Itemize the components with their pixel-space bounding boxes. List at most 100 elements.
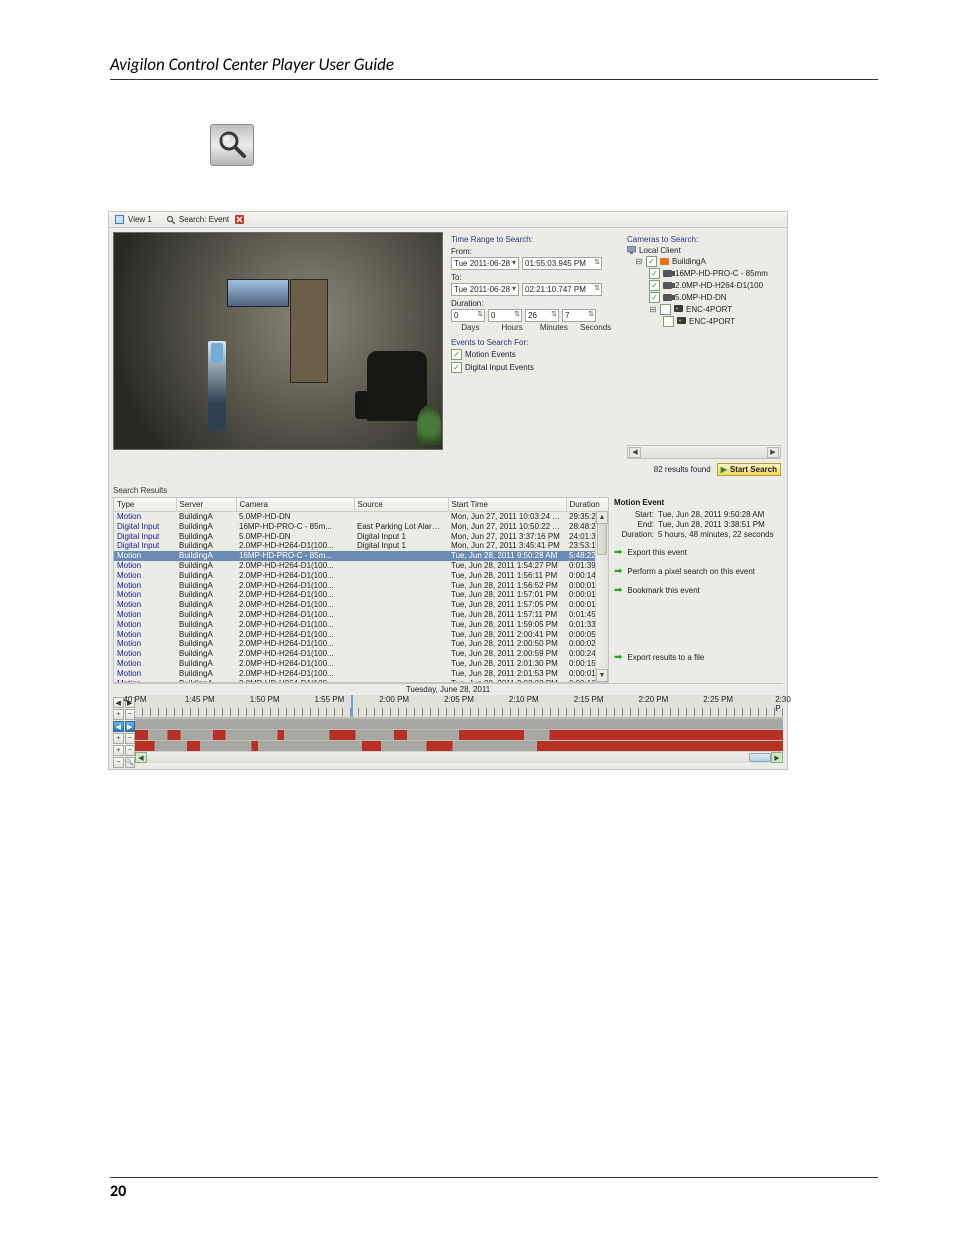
duration-label: Duration: <box>451 299 615 308</box>
results-vscroll[interactable]: ▲ ▼ <box>595 511 608 682</box>
minutes-sublabel: Minutes <box>535 323 574 332</box>
table-row[interactable]: Digital InputBuildingA2.0MP-HD-H264-D1(1… <box>114 541 608 551</box>
view-icon <box>115 215 124 224</box>
pixel-search-link[interactable]: ➡Perform a pixel search on this event <box>614 566 782 577</box>
table-row[interactable]: MotionBuildingA2.0MP-HD-H264-D1(100...Tu… <box>114 649 608 659</box>
col-type[interactable]: Type <box>114 498 176 512</box>
table-row[interactable]: MotionBuildingA2.0MP-HD-H264-D1(100...Tu… <box>114 610 608 620</box>
tl-zoom-icon[interactable]: 🔍 <box>125 757 136 768</box>
document-header: Avigilon Control Center Player User Guid… <box>110 54 878 80</box>
tab-view-label: View 1 <box>128 215 152 224</box>
timeline-tick: 2:00 PM <box>379 695 409 704</box>
detail-end-label: End: <box>614 520 654 529</box>
tl-zoom-out[interactable]: − <box>113 757 124 768</box>
scroll-down-icon[interactable]: ▼ <box>596 669 608 682</box>
col-start[interactable]: Start Time <box>448 498 566 512</box>
timeline-tick: 1:45 PM <box>185 695 215 704</box>
track-3[interactable] <box>135 740 783 751</box>
tl-row1a[interactable]: ◀ <box>113 721 124 732</box>
timeline-tracks[interactable] <box>135 718 783 751</box>
start-search-button[interactable]: ▶Start Search <box>717 463 781 476</box>
export-results-link[interactable]: ➡Export results to a file <box>614 652 782 663</box>
to-date-input[interactable]: Tue 2011-06-28 <box>451 283 519 296</box>
table-row[interactable]: MotionBuildingA2.0MP-HD-H264-D1(100...Tu… <box>114 659 608 669</box>
page-number: 20 <box>110 1177 878 1201</box>
timeline-controls: ◀▶ +− ◀▶ +− +− −🔍 <box>113 695 135 769</box>
tree-hscroll[interactable]: ◀ ▶ <box>627 445 781 459</box>
enc-2: ENC-4PORT <box>689 317 735 326</box>
track-1[interactable] <box>135 718 783 729</box>
timeline-cursor[interactable] <box>351 695 353 717</box>
search-results-title: Search Results <box>113 486 783 495</box>
results-table[interactable]: Type Server Camera Source Start Time Dur… <box>114 498 609 683</box>
timeline-date: Tuesday, June 28, 2011 <box>113 684 783 695</box>
tl-row3a[interactable]: + <box>113 745 124 756</box>
table-row[interactable]: MotionBuildingA16MP-HD-PRO-C - 85m...Tue… <box>114 551 608 561</box>
results-count: 82 results found <box>654 465 711 474</box>
table-row[interactable]: MotionBuildingA2.0MP-HD-H264-D1(100...Tu… <box>114 679 608 683</box>
encoder-icon <box>674 305 683 314</box>
table-row[interactable]: MotionBuildingA2.0MP-HD-H264-D1(100...Tu… <box>114 571 608 581</box>
table-row[interactable]: MotionBuildingA5.0MP-HD-DNMon, Jun 27, 2… <box>114 512 608 522</box>
track-2[interactable] <box>135 729 783 740</box>
detail-title: Motion Event <box>614 498 782 507</box>
camera-icon <box>663 282 672 289</box>
tl-scroll-thumb[interactable] <box>749 753 771 762</box>
tl-row1b[interactable]: ▶ <box>125 721 136 732</box>
col-camera[interactable]: Camera <box>236 498 354 512</box>
table-row[interactable]: MotionBuildingA2.0MP-HD-H264-D1(100...Tu… <box>114 561 608 571</box>
minutes-input[interactable]: 26 <box>525 309 559 322</box>
detail-end: Tue, Jun 28, 2011 3:38:51 PM <box>658 520 765 529</box>
enc-1: ENC-4PORT <box>686 305 732 314</box>
timeline-ruler[interactable]: 40 PM1:45 PM1:50 PM1:55 PM2:00 PM2:05 PM… <box>135 695 783 718</box>
scroll-left-icon[interactable]: ◀ <box>629 447 641 458</box>
table-row[interactable]: MotionBuildingA2.0MP-HD-H264-D1(100...Tu… <box>114 581 608 591</box>
from-label: From: <box>451 247 615 256</box>
table-row[interactable]: MotionBuildingA2.0MP-HD-H264-D1(100...Tu… <box>114 600 608 610</box>
col-source[interactable]: Source <box>354 498 448 512</box>
to-label: To: <box>451 273 615 282</box>
table-row[interactable]: MotionBuildingA2.0MP-HD-H264-D1(100...Tu… <box>114 669 608 679</box>
table-row[interactable]: MotionBuildingA2.0MP-HD-H264-D1(100...Tu… <box>114 630 608 640</box>
events-title: Events to Search For: <box>451 338 615 347</box>
tl-row3b[interactable]: − <box>125 745 136 756</box>
seconds-input[interactable]: 7 <box>562 309 596 322</box>
scroll-thumb[interactable] <box>597 523 607 555</box>
tab-search[interactable]: Search: Event <box>166 215 244 224</box>
from-time-input[interactable]: 01:55:03.945 PM <box>522 257 602 270</box>
timeline-hscroll[interactable]: ◀ ▶ <box>135 751 783 763</box>
table-row[interactable]: MotionBuildingA2.0MP-HD-H264-D1(100...Tu… <box>114 620 608 630</box>
cameras-title: Cameras to Search: <box>627 235 781 244</box>
tab-search-label: Search: Event <box>179 215 229 224</box>
tl-plus[interactable]: + <box>113 709 124 720</box>
detail-duration: 5 hours, 48 minutes, 22 seconds <box>658 530 774 539</box>
tl-prev[interactable]: ◀ <box>113 697 124 708</box>
tl-scroll-left[interactable]: ◀ <box>135 752 147 763</box>
bookmark-label: Bookmark this event <box>627 586 699 595</box>
col-server[interactable]: Server <box>176 498 236 512</box>
table-row[interactable]: Digital InputBuildingA16MP-HD-PRO-C - 85… <box>114 522 608 532</box>
tl-minus[interactable]: − <box>125 709 136 720</box>
timeline-tick: 2:20 PM <box>638 695 668 704</box>
bookmark-link[interactable]: ➡Bookmark this event <box>614 585 782 596</box>
tl-scroll-right[interactable]: ▶ <box>771 752 783 763</box>
motion-events-check[interactable]: ✓Motion Events <box>451 349 615 360</box>
scroll-right-icon[interactable]: ▶ <box>767 447 779 458</box>
days-input[interactable]: 0 <box>451 309 485 322</box>
tl-row2a[interactable]: + <box>113 733 124 744</box>
close-icon[interactable] <box>235 215 244 224</box>
from-date-input[interactable]: Tue 2011-06-28 <box>451 257 519 270</box>
digital-events-check[interactable]: ✓Digital Input Events <box>451 362 615 373</box>
video-preview[interactable] <box>113 232 443 450</box>
col-duration[interactable]: Duration <box>566 498 608 512</box>
camera-tree[interactable]: Local Client ⊟✓BuildingA ✓16MP-HD-PRO-C … <box>627 246 781 327</box>
export-event-link[interactable]: ➡Export this event <box>614 547 782 558</box>
table-row[interactable]: Digital InputBuildingA5.0MP-HD-DNDigital… <box>114 532 608 542</box>
table-row[interactable]: MotionBuildingA2.0MP-HD-H264-D1(100...Tu… <box>114 639 608 649</box>
to-time-input[interactable]: 02:21:10.747 PM <box>522 283 602 296</box>
hours-input[interactable]: 0 <box>488 309 522 322</box>
timeline-tick: 2:30 P <box>775 695 791 713</box>
table-row[interactable]: MotionBuildingA2.0MP-HD-H264-D1(100...Tu… <box>114 590 608 600</box>
tab-view[interactable]: View 1 <box>115 215 152 224</box>
tl-row2b[interactable]: − <box>125 733 136 744</box>
